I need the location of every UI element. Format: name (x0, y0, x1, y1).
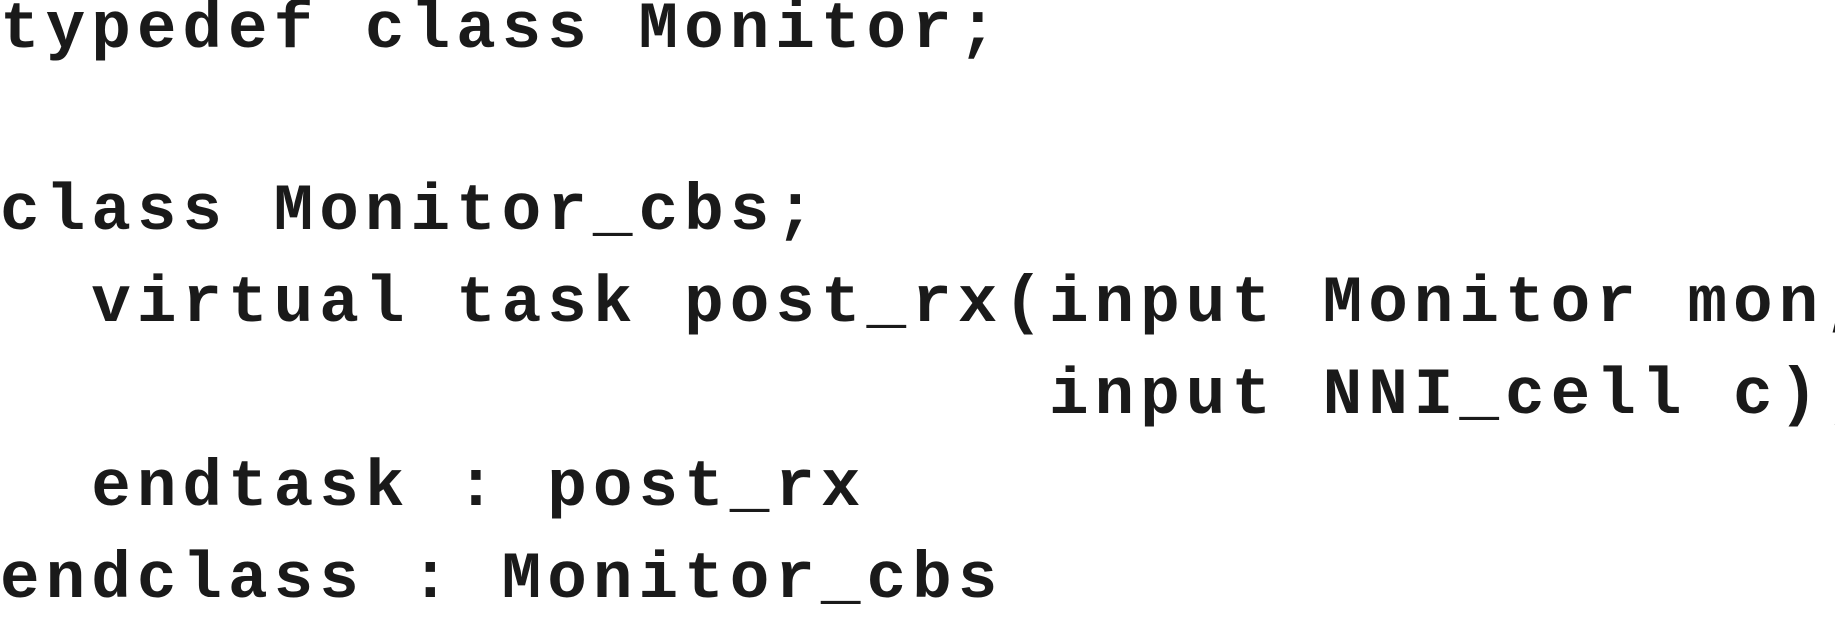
code-line-typedef: typedef class Monitor; (0, 0, 1004, 67)
code-line-endtask: endtask : post_rx (0, 450, 867, 525)
code-listing: typedef class Monitor; class Monitor_cbs… (0, 0, 1835, 621)
code-line-task-signature: virtual task post_rx(input Monitor mon, (0, 266, 1835, 341)
code-line-task-args: input NNI_cell c); (0, 358, 1835, 433)
code-line-class-decl: class Monitor_cbs; (0, 174, 821, 249)
code-line-endclass: endclass : Monitor_cbs (0, 542, 1004, 617)
